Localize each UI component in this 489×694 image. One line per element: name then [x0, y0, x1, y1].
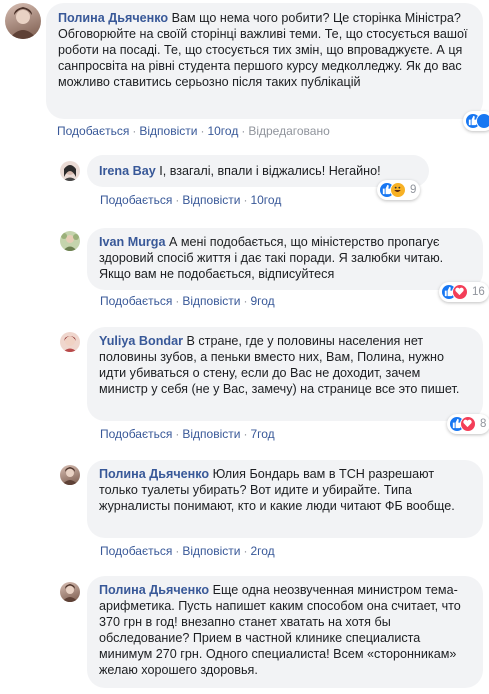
avatar[interactable] — [60, 465, 80, 485]
comment-bubble: Ivan Murga А мені подобається, що мініст… — [87, 228, 483, 290]
comment-text: І, взагалі, впали і віджались! Негайно! — [159, 164, 381, 178]
edited-label[interactable]: Відредаговано — [248, 124, 329, 138]
comment-author[interactable]: Irena Bay — [99, 164, 156, 178]
avatar[interactable] — [5, 3, 41, 39]
separator-dot: · — [175, 544, 180, 558]
reply-link[interactable]: Відповісти — [182, 294, 240, 308]
separator-dot: · — [175, 427, 180, 441]
like-link[interactable]: Подобається — [100, 294, 172, 308]
comment-time[interactable]: 10год — [207, 124, 238, 138]
reply-link[interactable]: Відповісти — [182, 427, 240, 441]
comment-actions: Подобається · Відповісти · 2год — [100, 544, 275, 558]
comment-actions: Подобається · Відповісти · 10год — [100, 193, 281, 207]
avatar-image — [62, 467, 78, 485]
avatar-image — [62, 584, 78, 602]
comment-actions: Подобається · Відповісти · 9год — [100, 294, 275, 308]
avatar-image — [63, 336, 77, 352]
reply-link[interactable]: Відповісти — [182, 193, 240, 207]
comment-actions: Подобається · Відповісти · 7год — [100, 427, 275, 441]
reaction-count: 9 — [410, 184, 417, 196]
love-icon — [452, 284, 468, 300]
reply-link[interactable]: Відповісти — [182, 544, 240, 558]
reaction-summary[interactable]: 9 — [377, 180, 421, 200]
separator-dot: · — [243, 294, 248, 308]
avatar[interactable] — [60, 231, 80, 251]
comment-author[interactable]: Полина Дьяченко — [58, 11, 168, 25]
separator-dot: · — [132, 124, 137, 138]
separator-dot: · — [241, 124, 246, 138]
reaction-extra-icon — [476, 113, 489, 129]
separator-dot: · — [175, 193, 180, 207]
reaction-summary[interactable] — [463, 111, 489, 131]
comment-text: Еще одна неозвученная министром тема-ари… — [99, 583, 461, 677]
separator-dot: · — [243, 427, 248, 441]
reaction-summary[interactable]: 8 — [447, 414, 489, 434]
avatar[interactable] — [60, 332, 80, 352]
haha-icon — [390, 182, 406, 198]
like-link[interactable]: Подобається — [100, 193, 172, 207]
comment-bubble: Полина Дьяченко Вам що нема чого робити?… — [46, 3, 483, 119]
avatar-image — [63, 165, 77, 181]
comment-author[interactable]: Полина Дьяченко — [99, 467, 209, 481]
comment-time[interactable]: 2год — [250, 544, 274, 558]
reaction-summary[interactable]: 16 — [439, 282, 489, 302]
reaction-count: 8 — [480, 418, 487, 430]
separator-dot: · — [243, 544, 248, 558]
comment-bubble: Полина Дьяченко Юлия Бондарь вам в ТСН р… — [87, 460, 483, 538]
like-link[interactable]: Подобається — [100, 544, 172, 558]
comment-bubble: Irena Bay І, взагалі, впали і віджались!… — [87, 155, 429, 187]
comment-author[interactable]: Yuliya Bondar — [99, 334, 183, 348]
comment-time[interactable]: 7год — [250, 427, 274, 441]
comment-bubble: Полина Дьяченко Еще одна неозвученная ми… — [87, 576, 483, 688]
comment-author[interactable]: Ivan Murga — [99, 235, 165, 249]
comment-author[interactable]: Полина Дьяченко — [99, 583, 209, 597]
comment-bubble: Yuliya Bondar В стране, где у половины н… — [87, 327, 483, 421]
avatar-image — [61, 233, 79, 251]
comment-time[interactable]: 9год — [250, 294, 274, 308]
reply-link[interactable]: Відповісти — [139, 124, 197, 138]
avatar-image — [9, 7, 37, 39]
like-link[interactable]: Подобається — [57, 124, 129, 138]
love-icon — [460, 416, 476, 432]
reaction-count: 16 — [472, 286, 485, 298]
comment-actions: Подобається · Відповісти · 10год · Відредагова… — [57, 124, 330, 138]
comment-time[interactable]: 10год — [250, 193, 281, 207]
avatar[interactable] — [60, 161, 80, 181]
separator-dot: · — [175, 294, 180, 308]
like-link[interactable]: Подобається — [100, 427, 172, 441]
avatar[interactable] — [60, 582, 80, 602]
separator-dot: · — [243, 193, 248, 207]
separator-dot: · — [200, 124, 205, 138]
